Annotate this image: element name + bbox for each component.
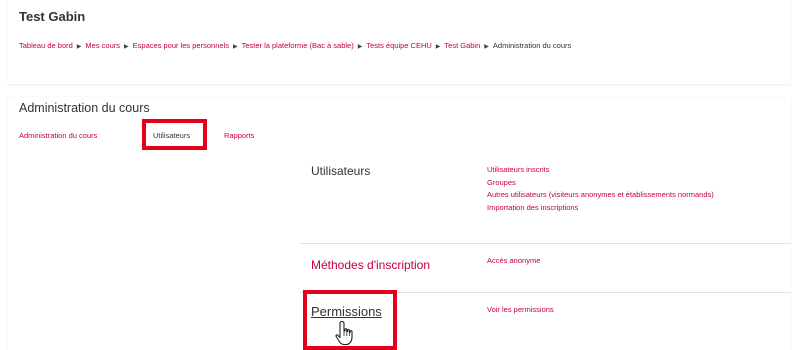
breadcrumb: Tableau de bord ▶ Mes cours ▶ Espaces pour l… xyxy=(19,41,791,50)
link-voir-permissions[interactable]: Voir les permissions xyxy=(487,304,554,317)
breadcrumb-arrow-icon: ▶ xyxy=(484,43,489,50)
tab-administration-du-cours[interactable]: Administration du cours xyxy=(19,131,97,140)
main-region xyxy=(8,97,791,350)
breadcrumb-arrow-icon: ▶ xyxy=(435,43,441,50)
section-title-methodes-inscription[interactable]: Méthodes d'inscription xyxy=(311,258,430,272)
breadcrumb-item-test-gabin[interactable]: Test Gabin xyxy=(444,41,480,50)
breadcrumb-item-tableau-de-bord[interactable]: Tableau de bord xyxy=(19,41,73,50)
tab-rapports[interactable]: Rapports xyxy=(224,131,254,140)
link-utilisateurs-inscrits[interactable]: Utilisateurs inscrits xyxy=(487,164,714,177)
section-divider xyxy=(300,243,791,244)
permissions-links: Voir les permissions xyxy=(487,304,554,317)
section-title-permissions[interactable]: Permissions xyxy=(311,304,382,319)
breadcrumb-arrow-icon: ▶ xyxy=(357,43,363,50)
link-groupes[interactable]: Groupes xyxy=(487,177,714,190)
breadcrumb-item-espaces-personnels[interactable]: Espaces pour les personnels xyxy=(133,41,229,50)
link-acces-anonyme[interactable]: Accès anonyme xyxy=(487,255,540,268)
link-importation-inscriptions[interactable]: Importation des inscriptions xyxy=(487,202,714,215)
breadcrumb-item-tester-plateforme[interactable]: Tester la plateforme (Bac à sable) xyxy=(242,41,354,50)
section-title-utilisateurs: Utilisateurs xyxy=(311,164,371,178)
course-title: Test Gabin xyxy=(19,9,86,24)
methodes-links: Accès anonyme xyxy=(487,255,540,268)
page-title: Administration du cours xyxy=(19,101,150,115)
hand-pointer-cursor-icon xyxy=(335,320,353,346)
link-autres-utilisateurs[interactable]: Autres utilisateurs (visiteurs anonymes … xyxy=(487,189,714,202)
breadcrumb-item-tests-equipe[interactable]: Tests équipe CEHU xyxy=(366,41,431,50)
breadcrumb-arrow-icon: ▶ xyxy=(232,43,238,50)
tab-highlight-box xyxy=(142,119,207,150)
utilisateurs-links: Utilisateurs inscrits Groupes Autres uti… xyxy=(487,164,714,214)
breadcrumb-item-mes-cours[interactable]: Mes cours xyxy=(85,41,120,50)
breadcrumb-arrow-icon: ▶ xyxy=(76,43,82,50)
breadcrumb-item-current: Administration du cours xyxy=(492,41,572,50)
breadcrumb-arrow-icon: ▶ xyxy=(124,43,129,50)
